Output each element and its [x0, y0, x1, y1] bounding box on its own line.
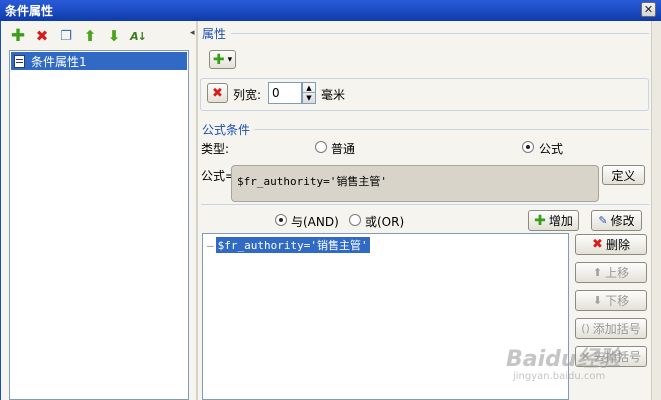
edit-icon: ✎ [598, 214, 608, 227]
add-bracket-label: 添加括号 [592, 322, 641, 336]
properties-group-label: 属性 [202, 27, 227, 41]
move-up-icon[interactable]: ⬆ [81, 27, 99, 45]
add-bracket-button[interactable]: () 添加括号 [575, 318, 647, 339]
radio-normal[interactable] [315, 141, 327, 153]
close-button[interactable]: ✕ [641, 2, 656, 17]
unit-label: 毫米 [321, 88, 346, 102]
dropdown-arrow-icon: ▾ [227, 54, 233, 65]
modify-condition-button[interactable]: ✎ 修改 [591, 210, 642, 231]
remove-bracket-label: 去掉括号 [593, 350, 642, 364]
sort-icon[interactable]: A↓ [129, 27, 147, 45]
define-button[interactable]: 定义 [602, 165, 645, 185]
add-condition-button[interactable]: ✚ 增加 [528, 210, 579, 231]
dialog-body: ✚ ✖ ❐ ⬆ ⬇ A↓ ◂ 条件属性1 属性 ✚ ▾ ✖ 列宽: 0 ▲ ▼ … [0, 21, 661, 400]
radio-or-label[interactable]: 或(OR) [365, 213, 404, 230]
column-width-stepper[interactable]: ▲ ▼ [302, 82, 316, 104]
radio-formula-label[interactable]: 公式 [539, 140, 563, 157]
type-label: 类型: [201, 142, 230, 156]
condition-list[interactable]: — $fr_authority='销售主管' [202, 233, 569, 400]
window-title: 条件属性 [5, 4, 54, 18]
delete-condition-button[interactable]: ✖ 删除 [575, 234, 647, 255]
column-width-label: 列宽: [233, 88, 262, 102]
modify-condition-label: 修改 [610, 214, 635, 228]
radio-or[interactable] [349, 214, 361, 226]
remove-property-button[interactable]: ✖ [207, 83, 228, 103]
up-arrow-icon: ⬆ [592, 266, 603, 279]
delete-icon: ✖ [592, 237, 603, 252]
radio-and-label[interactable]: 与(AND) [291, 213, 339, 230]
formula-label: 公式= [201, 169, 236, 183]
down-arrow-icon: ⬇ [592, 294, 603, 307]
delete-icon[interactable]: ✖ [33, 27, 51, 45]
document-icon [14, 54, 25, 68]
section-divider [201, 204, 649, 205]
formula-group-label: 公式条件 [202, 123, 251, 137]
column-width-input[interactable]: 0 [268, 82, 302, 104]
radio-and[interactable] [275, 214, 287, 226]
tree-item-label: 条件属性1 [31, 54, 87, 69]
delete-condition-label: 删除 [605, 238, 630, 252]
collapse-arrow-icon[interactable]: ◂ [190, 28, 195, 38]
condition-text: $fr_authority='销售主管' [215, 237, 370, 253]
list-item[interactable]: — $fr_authority='销售主管' [207, 237, 370, 253]
formula-display: $fr_authority='销售主管' [231, 165, 599, 202]
tree-item[interactable]: 条件属性1 [11, 52, 187, 70]
delete-icon: ✖ [212, 85, 223, 101]
properties-group-divider [231, 33, 649, 34]
title-bar: 条件属性 ✕ [0, 0, 661, 21]
tree-connector: — [207, 238, 214, 252]
radio-formula[interactable] [522, 141, 534, 153]
copy-icon[interactable]: ❐ [57, 27, 75, 45]
bracket-icon: () [581, 322, 590, 335]
left-toolbar: ✚ ✖ ❐ ⬆ ⬇ A↓ [7, 25, 189, 47]
move-down-label: 下移 [605, 294, 630, 308]
radio-normal-label[interactable]: 普通 [331, 140, 355, 157]
splitter[interactable] [196, 21, 198, 400]
remove-bracket-icon: ✕ [580, 350, 591, 363]
move-down-icon[interactable]: ⬇ [105, 27, 123, 45]
add-icon[interactable]: ✚ [9, 26, 27, 46]
stepper-down-icon[interactable]: ▼ [303, 93, 315, 103]
add-icon: ✚ [534, 212, 546, 229]
move-up-button[interactable]: ⬆ 上移 [575, 262, 647, 283]
vertical-scrollbar[interactable] [651, 21, 661, 400]
formula-group-divider [254, 129, 649, 130]
add-condition-label: 增加 [548, 214, 573, 228]
add-property-dropdown-button[interactable]: ✚ ▾ [209, 50, 236, 69]
add-icon: ✚ [212, 51, 225, 68]
move-down-button[interactable]: ⬇ 下移 [575, 290, 647, 311]
stepper-up-icon[interactable]: ▲ [303, 83, 315, 93]
remove-bracket-button[interactable]: ✕ 去掉括号 [575, 346, 647, 367]
condition-tree[interactable]: 条件属性1 [9, 50, 189, 400]
move-up-label: 上移 [605, 266, 630, 280]
